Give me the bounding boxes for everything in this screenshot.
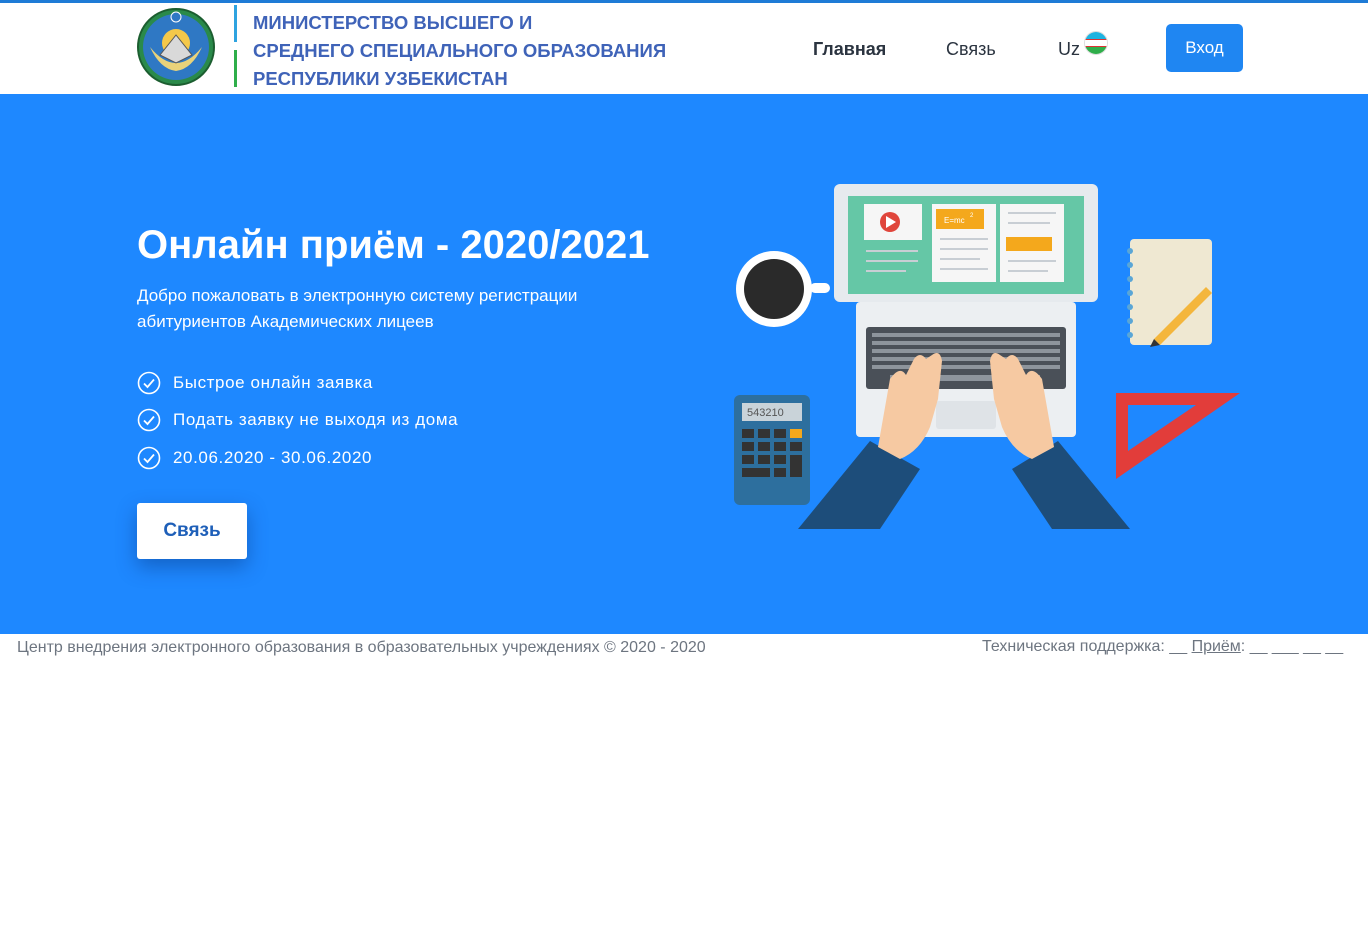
laptop-workspace-illustration: E=mc 2 543210: [734, 184, 1240, 529]
language-switcher[interactable]: Uz: [1058, 31, 1108, 60]
coat-of-arms-logo[interactable]: [136, 7, 216, 87]
footer-copyright: Центр внедрения электронного образования…: [17, 639, 706, 656]
footer-support: Техническая поддержка: __ Приём: __ ___ …: [982, 638, 1343, 656]
language-label: Uz: [1058, 39, 1080, 59]
formula-text: E=mc: [944, 216, 965, 225]
feature-text: Быстрое онлайн заявка: [173, 372, 373, 392]
feature-item: 20.06.2020 - 30.06.2020: [137, 439, 458, 477]
support-label: Техническая поддержка: __: [982, 638, 1188, 655]
feature-item: Быстрое онлайн заявка: [137, 364, 458, 402]
check-circle-icon: [137, 446, 161, 470]
ministry-title: МИНИСТЕРСТВО ВЫСШЕГО И СРЕДНЕГО СПЕЦИАЛЬ…: [253, 9, 703, 93]
logo-divider: [234, 5, 237, 87]
feature-list: Быстрое онлайн заявка Подать заявку не в…: [137, 364, 458, 477]
feature-item: Подать заявку не выходя из дома: [137, 402, 458, 440]
support-suffix: : __ ___ __ __: [1240, 638, 1344, 655]
nav-home-link[interactable]: Главная: [813, 39, 886, 60]
touchpad: [936, 401, 996, 429]
calculator-display: 543210: [747, 407, 784, 419]
ministry-title-line: РЕСПУБЛИКИ УЗБЕКИСТАН: [253, 68, 508, 89]
feature-text: Подать заявку не выходя из дома: [173, 410, 459, 430]
check-circle-icon: [137, 371, 161, 395]
footer: Центр внедрения электронного образования…: [0, 634, 1368, 664]
support-link[interactable]: Приём: [1192, 638, 1241, 655]
ministry-title-line: МИНИСТЕРСТВО ВЫСШЕГО И: [253, 12, 533, 33]
hero-title: Онлайн приём - 2020/2021: [137, 223, 650, 267]
feature-text: 20.06.2020 - 30.06.2020: [173, 447, 373, 467]
contact-button[interactable]: Связь: [137, 503, 247, 559]
ministry-title-line: СРЕДНЕГО СПЕЦИАЛЬНОГО ОБРАЗОВАНИЯ: [253, 40, 667, 61]
check-circle-icon: [137, 408, 161, 432]
uzbekistan-flag-icon: [1084, 31, 1108, 55]
header: МИНИСТЕРСТВО ВЫСШЕГО И СРЕДНЕГО СПЕЦИАЛЬ…: [0, 3, 1368, 94]
nav-contact-link[interactable]: Связь: [946, 39, 996, 60]
hero-subtitle: Добро пожаловать в электронную систему р…: [137, 286, 578, 331]
login-button[interactable]: Вход: [1166, 24, 1243, 72]
hero-section: Онлайн приём - 2020/2021 Добро пожаловат…: [0, 94, 1368, 634]
